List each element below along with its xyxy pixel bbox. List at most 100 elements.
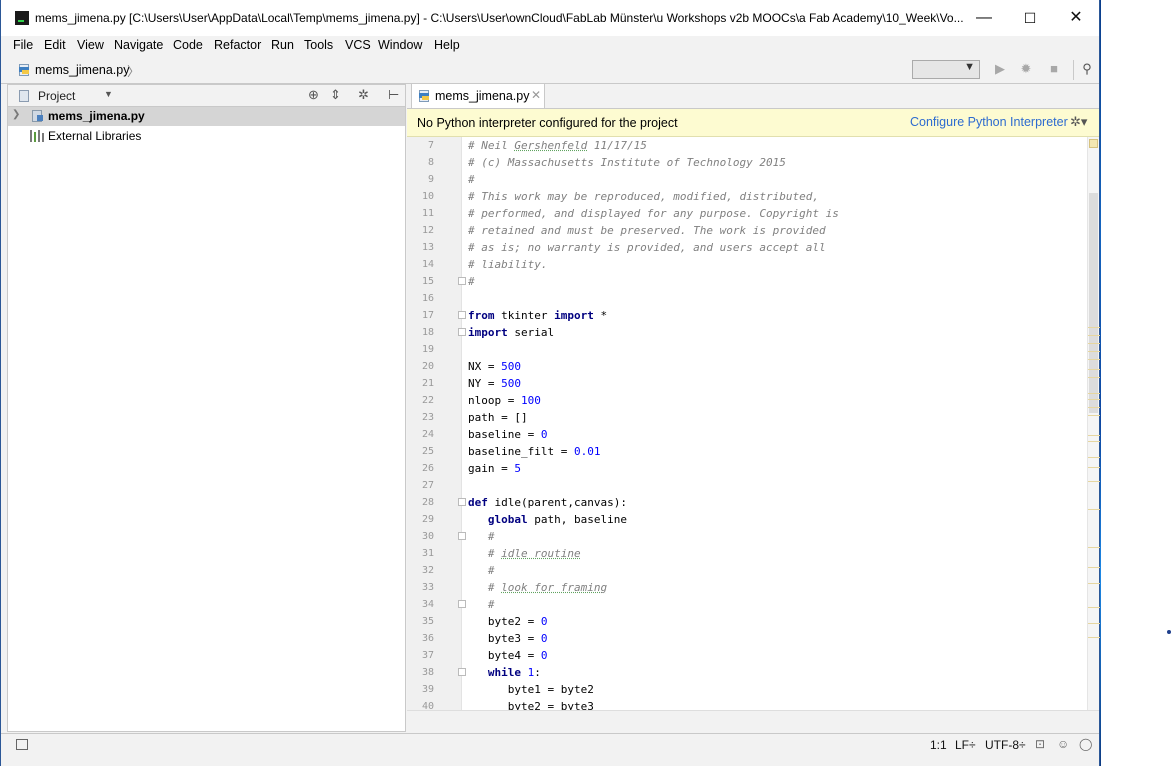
code-line[interactable]: 8 # (c) Massachusetts Institute of Techno… bbox=[407, 154, 1087, 171]
close-tab-icon[interactable]: ✕ bbox=[531, 88, 541, 102]
menu-refactor[interactable]: Refactor bbox=[214, 38, 261, 52]
code-text: byte1 = byte2 bbox=[468, 683, 594, 696]
code-line[interactable]: 12 # retained and must be preserved. The … bbox=[407, 222, 1087, 239]
code-text: # bbox=[468, 564, 495, 577]
code-line[interactable]: 23 path = [] bbox=[407, 409, 1087, 426]
menu-tools[interactable]: Tools bbox=[304, 38, 333, 52]
code-line[interactable]: 10 # This work may be reproduced, modifie… bbox=[407, 188, 1087, 205]
project-folder-icon bbox=[17, 89, 31, 103]
hide-panel-icon[interactable]: ⊢ bbox=[388, 87, 399, 103]
code-line[interactable]: 38 while 1: bbox=[407, 664, 1087, 681]
code-line[interactable]: 9 # bbox=[407, 171, 1087, 188]
title-bar[interactable]: mems_jimena.py [C:\Users\User\AppData\Lo… bbox=[1, 0, 1099, 36]
code-line[interactable]: 37 byte4 = 0 bbox=[407, 647, 1087, 664]
horizontal-scrollbar[interactable] bbox=[407, 710, 1099, 733]
code-line[interactable]: 40 byte2 = byte3 bbox=[407, 698, 1087, 710]
code-line[interactable]: 35 byte2 = 0 bbox=[407, 613, 1087, 630]
file-encoding[interactable]: UTF-8÷ bbox=[985, 738, 1026, 752]
code-line[interactable]: 34 # bbox=[407, 596, 1087, 613]
run-icon[interactable]: ▶ bbox=[991, 60, 1009, 78]
code-line[interactable]: 19 bbox=[407, 341, 1087, 358]
tool-windows-icon[interactable] bbox=[16, 739, 28, 750]
project-panel-title[interactable]: Project bbox=[38, 89, 75, 103]
code-line[interactable]: 16 bbox=[407, 290, 1087, 307]
code-line[interactable]: 36 byte3 = 0 bbox=[407, 630, 1087, 647]
code-line[interactable]: 32 # bbox=[407, 562, 1087, 579]
tree-item-mems-jimena[interactable]: ❯ mems_jimena.py bbox=[8, 107, 405, 126]
line-separator[interactable]: LF÷ bbox=[955, 738, 976, 752]
menu-view[interactable]: View bbox=[77, 38, 104, 52]
code-line[interactable]: 7 # Neil Gershenfeld 11/17/15 bbox=[407, 137, 1087, 154]
chevron-right-icon[interactable]: ❯ bbox=[12, 109, 20, 120]
tree-item-external-libraries[interactable]: External Libraries bbox=[8, 127, 405, 146]
code-line[interactable]: 20 NX = 500 bbox=[407, 358, 1087, 375]
line-number: 20 bbox=[421, 361, 434, 372]
inspector-icon[interactable]: ☺ bbox=[1057, 737, 1069, 751]
configure-interpreter-link[interactable]: Configure Python Interpreter bbox=[910, 115, 1068, 129]
line-number: 21 bbox=[421, 378, 434, 389]
code-line[interactable]: 24 baseline = 0 bbox=[407, 426, 1087, 443]
code-line[interactable]: 39 byte1 = byte2 bbox=[407, 681, 1087, 698]
code-line[interactable]: 33 # look for framing bbox=[407, 579, 1087, 596]
menu-navigate[interactable]: Navigate bbox=[114, 38, 163, 52]
fold-marker-icon[interactable] bbox=[458, 311, 466, 319]
code-line[interactable]: 11 # performed, and displayed for any pur… bbox=[407, 205, 1087, 222]
menu-file[interactable]: File bbox=[13, 38, 33, 52]
maximize-button[interactable]: ☐ bbox=[1007, 0, 1053, 36]
breadcrumb-file[interactable]: mems_jimena.py bbox=[35, 63, 129, 77]
code-line[interactable]: 18 import serial bbox=[407, 324, 1087, 341]
line-number: 14 bbox=[421, 259, 434, 270]
code-line[interactable]: 29 global path, baseline bbox=[407, 511, 1087, 528]
fold-marker-icon[interactable] bbox=[458, 600, 466, 608]
editor-tab-mems-jimena[interactable]: mems_jimena.py ✕ bbox=[411, 84, 545, 108]
fold-marker-icon[interactable] bbox=[458, 328, 466, 336]
menu-run[interactable]: Run bbox=[271, 38, 294, 52]
code-line[interactable]: 14 # liability. bbox=[407, 256, 1087, 273]
minimize-button[interactable]: — bbox=[961, 0, 1007, 36]
code-line[interactable]: 17 from tkinter import * bbox=[407, 307, 1087, 324]
fold-marker-icon[interactable] bbox=[458, 532, 466, 540]
window-title: mems_jimena.py [C:\Users\User\AppData\Lo… bbox=[35, 11, 964, 25]
interpreter-warning-text: No Python interpreter configured for the… bbox=[417, 116, 678, 130]
code-line[interactable]: 15 # bbox=[407, 273, 1087, 290]
search-icon[interactable]: ⚲ bbox=[1078, 60, 1096, 78]
code-line[interactable]: 28 def idle(parent,canvas): bbox=[407, 494, 1087, 511]
caret-position[interactable]: 1:1 bbox=[930, 738, 947, 752]
code-line[interactable]: 30 # bbox=[407, 528, 1087, 545]
code-line[interactable]: 21 NY = 500 bbox=[407, 375, 1087, 392]
fold-marker-icon[interactable] bbox=[458, 277, 466, 285]
code-line[interactable]: 26 gain = 5 bbox=[407, 460, 1087, 477]
stop-icon[interactable]: ■ bbox=[1045, 60, 1063, 78]
fold-marker-icon[interactable] bbox=[458, 668, 466, 676]
code-line[interactable]: 25 baseline_filt = 0.01 bbox=[407, 443, 1087, 460]
event-log-icon[interactable]: ◯ bbox=[1079, 737, 1092, 751]
lock-icon[interactable]: ⊡ bbox=[1035, 737, 1045, 751]
code-line[interactable]: 27 bbox=[407, 477, 1087, 494]
pycharm-app-icon[interactable] bbox=[15, 11, 29, 25]
vertical-scrollbar[interactable] bbox=[1087, 137, 1100, 710]
menu-edit[interactable]: Edit bbox=[44, 38, 66, 52]
menu-code[interactable]: Code bbox=[173, 38, 203, 52]
code-text: gain = 5 bbox=[468, 462, 521, 475]
code-text: global path, baseline bbox=[487, 513, 627, 526]
line-number: 11 bbox=[421, 208, 434, 219]
code-text: # bbox=[468, 530, 495, 543]
banner-gear-icon[interactable]: ✲▾ bbox=[1070, 114, 1087, 130]
debug-icon[interactable]: ✹ bbox=[1017, 60, 1035, 78]
run-configuration-select[interactable]: ▼ bbox=[912, 60, 980, 79]
menu-window[interactable]: Window bbox=[378, 38, 422, 52]
project-view-dropdown-icon[interactable]: ▼ bbox=[104, 89, 113, 99]
code-text: # liability. bbox=[468, 258, 548, 271]
code-text: # Neil Gershenfeld 11/17/15 bbox=[468, 139, 647, 152]
gear-icon[interactable]: ✲ bbox=[358, 87, 369, 103]
code-line[interactable]: 22 nloop = 100 bbox=[407, 392, 1087, 409]
scroll-from-source-icon[interactable]: ⊕ bbox=[308, 87, 319, 103]
code-line[interactable]: 13 # as is; no warranty is provided, and … bbox=[407, 239, 1087, 256]
close-button[interactable]: ✕ bbox=[1053, 0, 1099, 36]
menu-help[interactable]: Help bbox=[434, 38, 460, 52]
menu-vcs[interactable]: VCS bbox=[345, 38, 371, 52]
collapse-all-icon[interactable]: ⇕ bbox=[330, 87, 341, 103]
fold-marker-icon[interactable] bbox=[458, 498, 466, 506]
code-area[interactable]: 7 # Neil Gershenfeld 11/17/15 8 # (c) Massa… bbox=[407, 137, 1099, 710]
code-line[interactable]: 31 # idle routine bbox=[407, 545, 1087, 562]
